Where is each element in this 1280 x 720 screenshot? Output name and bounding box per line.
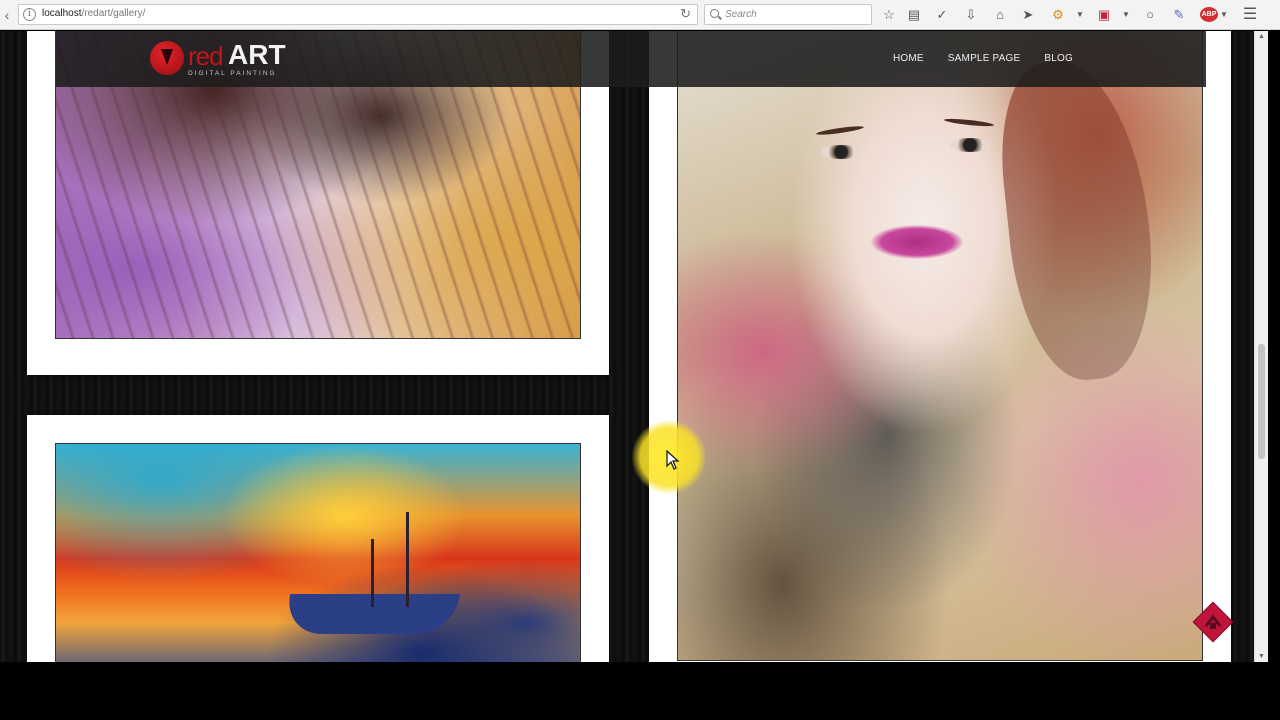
portrait-hair xyxy=(991,53,1165,387)
main-nav: HOME SAMPLE PAGE BLOG xyxy=(881,31,1206,87)
portrait-brow xyxy=(943,117,995,128)
portrait-brow xyxy=(815,124,865,137)
search-bar[interactable]: Search xyxy=(704,4,872,25)
chevron-down-icon[interactable]: ▼ xyxy=(1072,6,1088,23)
nav-home[interactable]: HOME xyxy=(881,31,936,87)
address-bar[interactable]: i localhost/redart/gallery/ ↻ xyxy=(18,4,698,25)
nav-blog[interactable]: BLOG xyxy=(1032,31,1206,87)
reload-icon[interactable]: ↻ xyxy=(680,6,691,22)
browser-toolbar: ‹ i localhost/redart/gallery/ ↻ Search ☆… xyxy=(0,0,1280,30)
boat-mast xyxy=(371,539,374,607)
logo-red-text: red xyxy=(188,41,224,71)
vertical-scrollbar[interactable]: ▲ ▼ xyxy=(1254,31,1268,662)
gallery-image-sailboat[interactable] xyxy=(55,443,581,662)
site-logo[interactable]: red ART DIGITAL PAINTING xyxy=(150,37,310,81)
scroll-up-icon[interactable]: ▲ xyxy=(1258,33,1265,40)
scroll-thumb[interactable] xyxy=(1258,344,1265,459)
chevron-down-icon[interactable]: ▼ xyxy=(1216,6,1232,23)
back-to-top-button[interactable] xyxy=(1190,599,1236,645)
logo-tagline: DIGITAL PAINTING xyxy=(188,70,277,77)
home-icon[interactable]: ⌂ xyxy=(992,6,1008,23)
pen-icon[interactable]: ✎ xyxy=(1171,6,1187,23)
screen-bottom xyxy=(0,662,1280,720)
info-icon[interactable]: i xyxy=(23,8,36,21)
page-viewport: red ART DIGITAL PAINTING HOME SAMPLE PAG… xyxy=(0,31,1254,662)
extension-icon[interactable]: ⚙ xyxy=(1050,6,1066,23)
gallery-image-portrait[interactable] xyxy=(677,31,1203,661)
window-edge xyxy=(1268,31,1280,662)
nav-sample-page[interactable]: SAMPLE PAGE xyxy=(936,31,1033,87)
portrait-eye xyxy=(950,138,990,152)
logo-art-text: ART xyxy=(228,39,286,70)
gallery-card[interactable] xyxy=(649,31,1231,662)
back-arrow-icon[interactable]: ‹ xyxy=(0,5,14,25)
mouse-cursor-icon xyxy=(666,450,680,470)
url-host: localhost xyxy=(42,8,82,19)
menu-icon[interactable]: ☰ xyxy=(1242,6,1258,23)
reading-list-icon[interactable]: ▤ xyxy=(906,6,922,23)
portrait-lips xyxy=(871,225,963,259)
download-icon[interactable]: ⇩ xyxy=(963,6,979,23)
search-input[interactable]: Search xyxy=(725,9,757,20)
send-icon[interactable]: ➤ xyxy=(1020,6,1036,23)
gallery-card[interactable] xyxy=(27,415,609,662)
bookmark-star-icon[interactable]: ☆ xyxy=(881,6,897,23)
screenshot-icon[interactable]: ▣ xyxy=(1096,6,1112,23)
logo-emblem-icon xyxy=(150,41,184,75)
search-icon xyxy=(710,9,719,18)
scroll-down-icon[interactable]: ▼ xyxy=(1258,653,1265,660)
pocket-icon[interactable]: ✓ xyxy=(934,6,950,23)
chevron-down-icon[interactable]: ▼ xyxy=(1118,6,1134,23)
url-text[interactable]: localhost/redart/gallery/ xyxy=(42,8,145,19)
boat-mast xyxy=(406,512,409,607)
portrait-eye xyxy=(821,145,861,159)
chat-icon[interactable]: ○ xyxy=(1142,6,1158,23)
site-header: red ART DIGITAL PAINTING HOME SAMPLE PAG… xyxy=(56,31,1206,87)
url-path: /redart/gallery/ xyxy=(81,8,146,19)
